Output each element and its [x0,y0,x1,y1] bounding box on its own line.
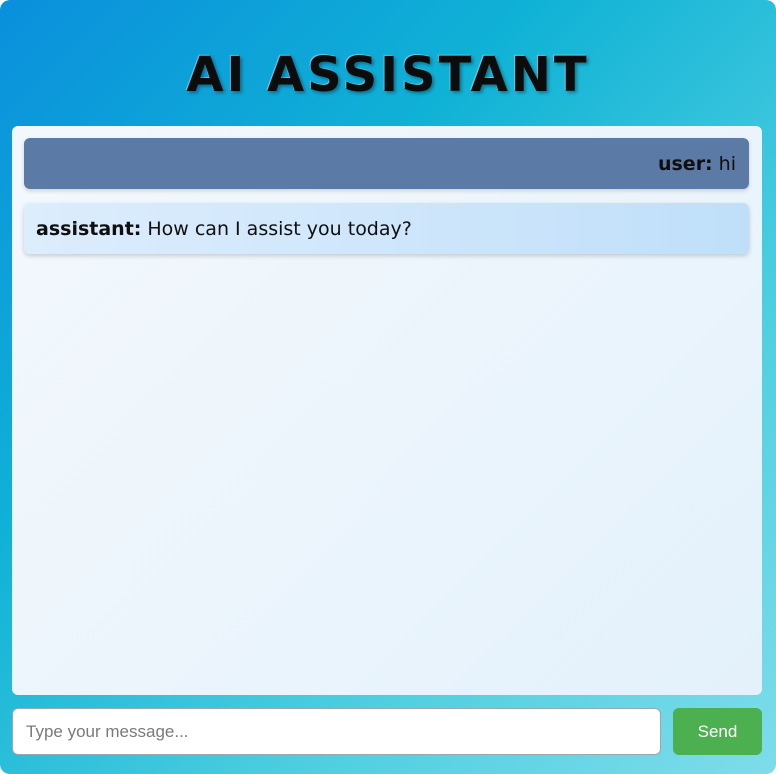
assistant-message: assistant: How can I assist you today? [24,203,749,254]
message-text: hi [718,152,736,175]
send-button[interactable]: Send [673,708,762,755]
message-role-label: user: [657,152,713,175]
message-input[interactable] [12,708,661,755]
composer: Send [12,708,762,755]
user-message: user: hi [24,138,749,189]
page-title: AI ASSISTANT [186,47,590,103]
message-text: How can I assist you today? [147,217,412,240]
message-role-label: assistant: [36,217,142,240]
chat-history[interactable]: user: hi assistant: How can I assist you… [12,126,762,695]
chat-app: AI ASSISTANT user: hi assistant: How can… [0,0,776,774]
